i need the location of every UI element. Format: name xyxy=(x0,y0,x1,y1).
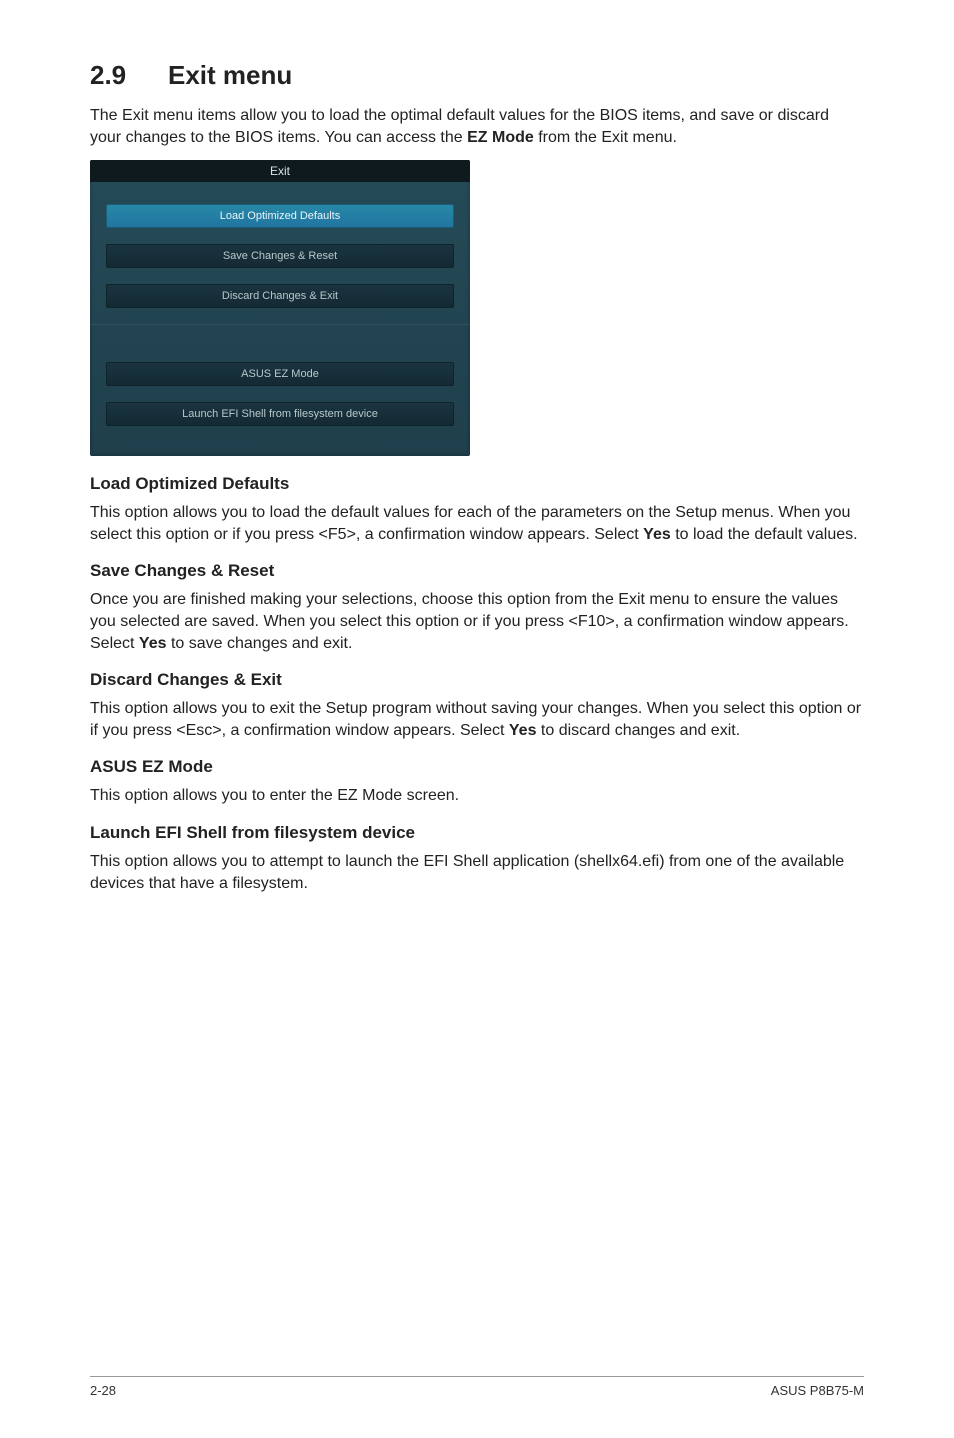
page-heading: 2.9Exit menu xyxy=(90,60,864,91)
heading-save-reset: Save Changes & Reset xyxy=(90,561,864,581)
para-save-reset: Once you are finished making your select… xyxy=(90,589,864,654)
heading-discard-exit: Discard Changes & Exit xyxy=(90,670,864,690)
bios-item-save-reset[interactable]: Save Changes & Reset xyxy=(106,244,454,268)
section-number: 2.9 xyxy=(90,60,168,91)
heading-efi-shell: Launch EFI Shell from filesystem device xyxy=(90,823,864,843)
bios-title-bar: Exit xyxy=(90,160,470,182)
bios-item-ez-mode[interactable]: ASUS EZ Mode xyxy=(106,362,454,386)
para-load-defaults: This option allows you to load the defau… xyxy=(90,502,864,545)
bios-divider xyxy=(90,324,470,346)
para-discard-exit: This option allows you to exit the Setup… xyxy=(90,698,864,741)
page-footer: 2-28 ASUS P8B75-M xyxy=(90,1376,864,1398)
heading-load-defaults: Load Optimized Defaults xyxy=(90,474,864,494)
para-ez-mode: This option allows you to enter the EZ M… xyxy=(90,785,864,807)
para-efi-shell: This option allows you to attempt to lau… xyxy=(90,851,864,894)
bios-exit-panel: Exit Load Optimized Defaults Save Change… xyxy=(90,160,470,456)
section-title: Exit menu xyxy=(168,60,292,90)
heading-ez-mode: ASUS EZ Mode xyxy=(90,757,864,777)
footer-product: ASUS P8B75-M xyxy=(771,1383,864,1398)
bios-item-efi-shell[interactable]: Launch EFI Shell from filesystem device xyxy=(106,402,454,426)
intro-bold: EZ Mode xyxy=(467,129,534,146)
bios-item-load-defaults[interactable]: Load Optimized Defaults xyxy=(106,204,454,228)
bios-item-discard-exit[interactable]: Discard Changes & Exit xyxy=(106,284,454,308)
intro-paragraph: The Exit menu items allow you to load th… xyxy=(90,105,864,148)
footer-page-number: 2-28 xyxy=(90,1383,116,1398)
